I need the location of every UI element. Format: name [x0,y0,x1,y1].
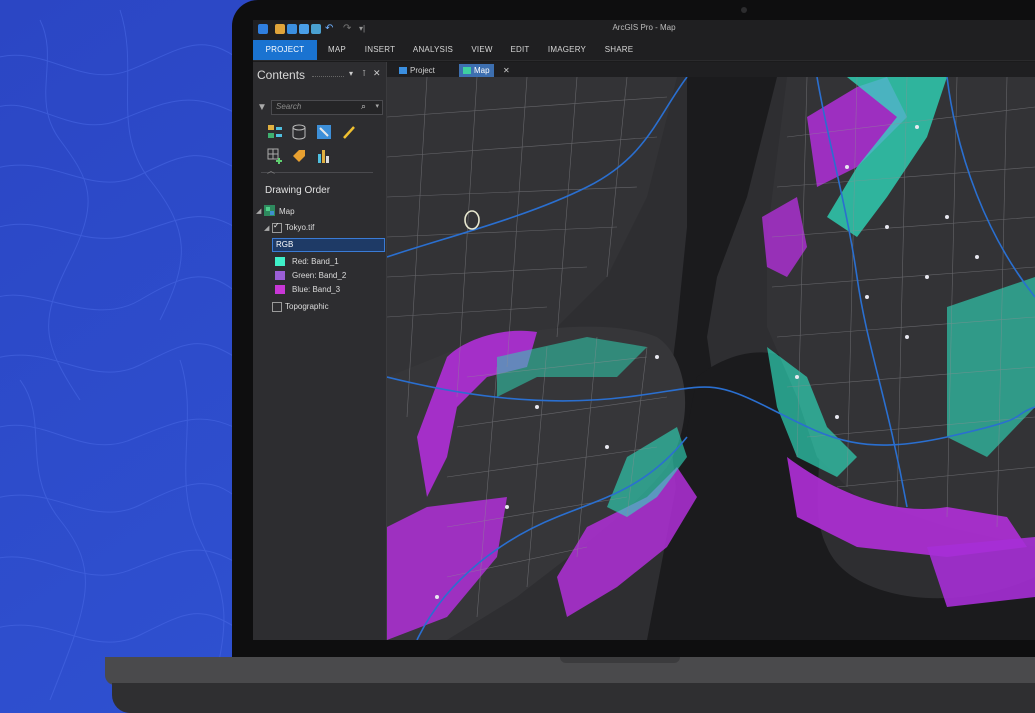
renderer-label: RGB [276,240,294,249]
list-by-selection-icon[interactable] [316,124,332,140]
tab-project[interactable]: PROJECT [253,40,317,60]
green-band-swatch [275,271,285,280]
webcam [741,7,747,13]
expand-layer-arrow-icon[interactable]: ◢ [264,224,269,232]
green-band-label: Green: Band_2 [292,271,347,280]
tab-imagery[interactable]: IMAGERY [545,40,589,60]
renderer-row[interactable]: RGB [272,238,385,252]
tab-project-view[interactable]: Project [399,64,435,77]
contents-pane: Contents ▾ ⊺ ✕ ▼ Search ⌕ ▾ ︿ Drawing Or… [253,62,387,640]
tab-analysis[interactable]: ANALYSIS [409,40,457,60]
search-input[interactable]: Search ⌕ ▾ [271,100,383,115]
collapse-toolbar-icon[interactable]: ︿ [267,165,275,176]
project-tab-label: Project [410,66,435,75]
map-canvas[interactable] [387,77,1035,640]
ribbon-tabs: PROJECT MAP INSERT ANALYSIS VIEW EDIT IM… [253,40,1035,61]
expand-map-arrow-icon[interactable]: ◢ [256,207,261,215]
pane-grip[interactable] [312,76,344,78]
close-map-tab-icon[interactable]: ✕ [503,64,510,77]
list-by-charts-icon[interactable] [316,148,332,164]
close-icon[interactable]: ✕ [373,68,381,79]
tab-share[interactable]: SHARE [601,40,637,60]
layer-visibility-checkbox[interactable] [272,221,282,233]
window-title: ArcGIS Pro - Map [612,23,676,32]
view-tabs: Project Map ✕ [387,62,1035,77]
toolbar-divider [261,172,373,173]
blue-band-label: Blue: Band_3 [292,285,341,294]
search-dropdown-icon[interactable]: ▾ [375,102,379,110]
pin-icon[interactable]: ⊺ [362,69,366,78]
laptop-base-lower [112,683,1035,713]
search-placeholder: Search [276,102,302,111]
red-band-swatch [275,257,285,266]
list-by-editing-icon[interactable] [341,124,357,140]
arcgis-pro-window: ↶ ↷ ▾| ArcGIS Pro - Map PROJECT MAP INSE… [253,20,1035,640]
tab-map-view[interactable]: Map [459,64,494,77]
basemap-layer-label[interactable]: Topographic [285,302,329,311]
map-tab-label: Map [474,66,490,75]
tab-edit[interactable]: EDIT [507,40,533,60]
contents-title: Contents [257,68,306,82]
blue-band-swatch [275,285,285,294]
filter-icon[interactable]: ▼ [257,102,267,113]
raster-layer-label[interactable]: Tokyo.tif [285,223,314,232]
list-by-snapping-icon[interactable] [267,148,283,164]
search-icon[interactable]: ⌕ [361,101,366,112]
list-by-source-icon[interactable] [291,124,307,140]
list-by-drawing-order-icon[interactable] [267,124,283,140]
quick-access-toolbar: ↶ ↷ ▾| ArcGIS Pro - Map [253,20,1035,40]
pane-options-icon[interactable]: ▾ [349,69,353,78]
list-by-labeling-icon[interactable] [291,148,307,164]
laptop-hinge-notch [560,657,680,663]
red-band-label: Red: Band_1 [292,257,339,266]
tab-map[interactable]: MAP [323,40,351,60]
basemap-visibility-checkbox[interactable] [272,302,282,312]
project-icon [399,67,407,74]
tab-view[interactable]: VIEW [467,40,497,60]
drawing-order-heading: Drawing Order [265,185,331,196]
map-tab-icon [463,67,471,74]
tab-insert[interactable]: INSERT [361,40,399,60]
map-layer-label[interactable]: Map [279,207,295,216]
map-icon [264,205,275,216]
